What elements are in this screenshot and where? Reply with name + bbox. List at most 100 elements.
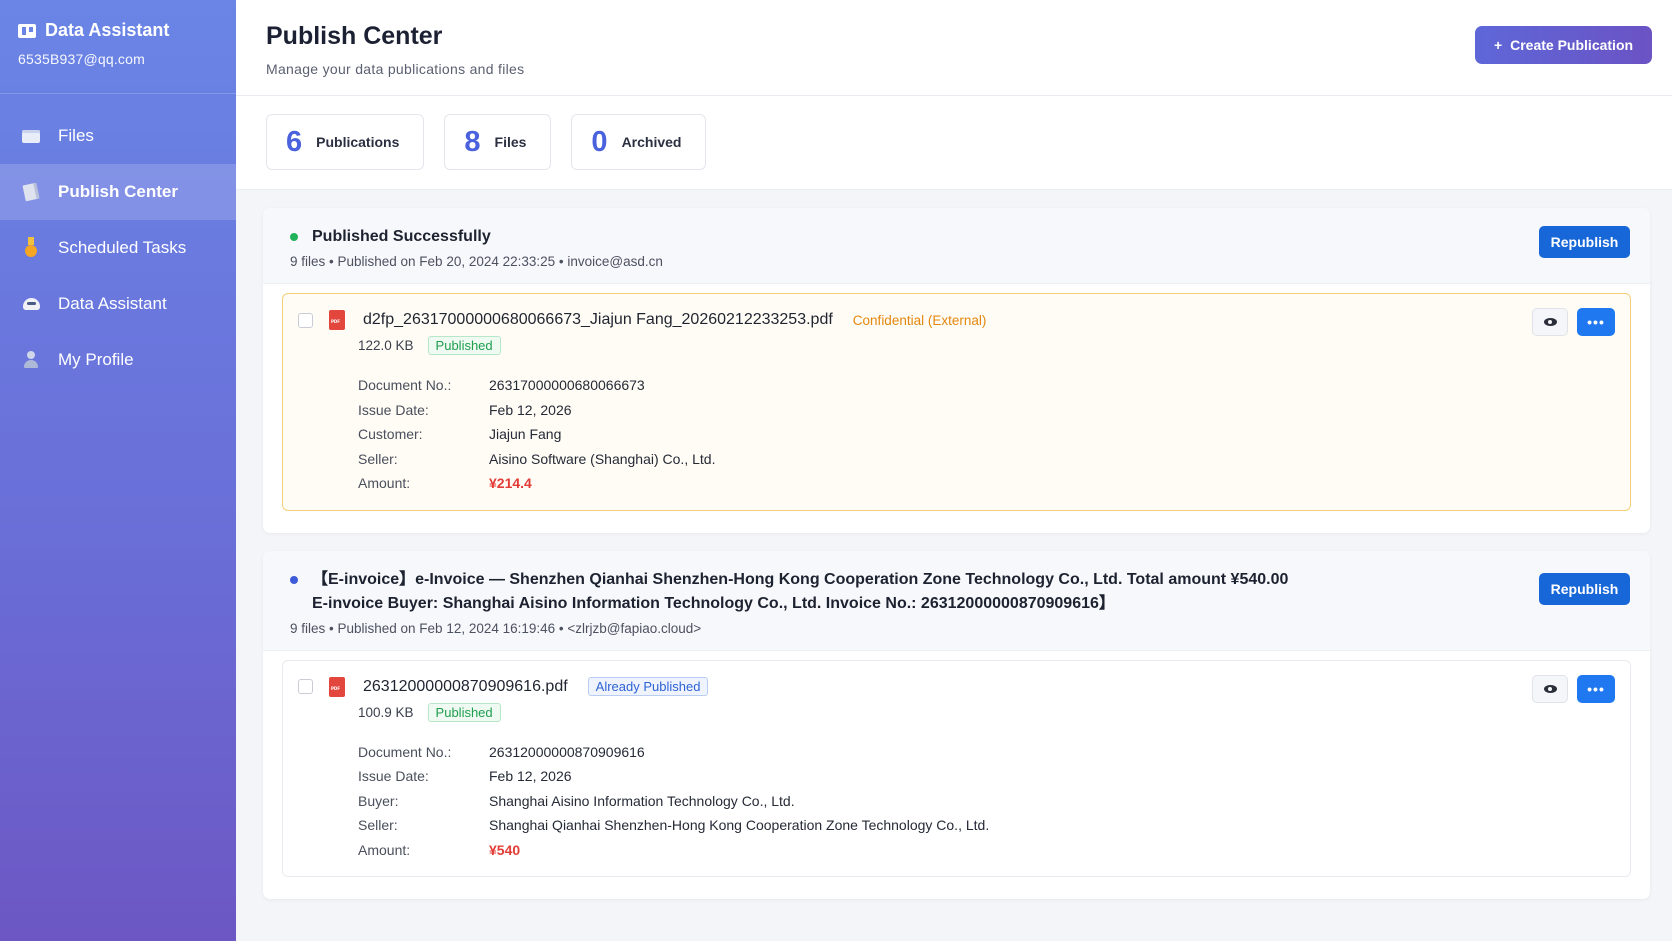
detail-row: Buyer: Shanghai Aisino Information Techno… <box>358 789 1615 814</box>
sidebar-item-publish-center[interactable]: Publish Center <box>0 164 236 220</box>
sidebar-item-label: Data Assistant <box>58 294 167 313</box>
pdf-file-icon <box>329 676 345 697</box>
file-name[interactable]: 26312000000870909616.pdf <box>363 678 568 696</box>
preview-button[interactable] <box>1532 674 1568 703</box>
file-checkbox[interactable] <box>298 312 313 328</box>
create-publication-button[interactable]: + Create Publication <box>1475 26 1652 64</box>
sidebar-item-label: Publish Center <box>58 182 178 201</box>
publication-title: 【E-invoice】e-Invoice — Shenzhen Qianhai … <box>312 570 1289 588</box>
publication-card: 【E-invoice】e-Invoice — Shenzhen Qianhai … <box>263 550 1650 899</box>
eye-icon <box>1543 318 1557 326</box>
sidebar-item-label: Scheduled Tasks <box>58 238 187 257</box>
detail-row: Seller: Aisino Software (Shanghai) Co., L… <box>358 447 1615 472</box>
eye-icon <box>1543 684 1557 693</box>
detail-label: Amount: <box>358 841 411 858</box>
more-actions-button[interactable]: ••• <box>1577 674 1615 703</box>
file-card: d2fp_26317000000680066673_Jiajun Fang_20… <box>282 293 1631 511</box>
detail-row: Customer: Jiajun Fang <box>358 422 1615 447</box>
detail-row: Issue Date: Feb 12, 2026 <box>358 398 1615 423</box>
already-published-tag: Already Published <box>587 677 709 696</box>
sidebar-nav: Files Publish Center Scheduled Tasks Dat… <box>0 108 236 388</box>
detail-row: Amount: ¥540 <box>358 838 1615 863</box>
file-size: 122.0 KB <box>358 338 414 353</box>
sidebar-item-label: My Profile <box>58 350 134 369</box>
user-icon <box>22 351 40 369</box>
create-publication-label: Create Publication <box>1510 37 1634 53</box>
stat-label: Archived <box>621 134 682 150</box>
publication-meta: 9 files • Published on Feb 20, 2024 22:3… <box>290 254 663 269</box>
more-actions-button[interactable]: ••• <box>1577 308 1615 336</box>
sidebar: Data Assistant 6535B937@qq.com Files Pub… <box>0 0 236 941</box>
detail-label: Customer: <box>358 426 423 442</box>
publication-list: Published Successfully 9 files • Publish… <box>236 190 1672 899</box>
stat-publications: 6 Publications <box>266 114 425 170</box>
app-logo-icon <box>18 23 36 38</box>
status-badge: Published <box>427 702 501 722</box>
app-name: Data Assistant <box>45 20 170 40</box>
publication-header: Published Successfully 9 files • Publish… <box>263 208 1650 284</box>
page-header: Publish Center Manage your data publicat… <box>236 0 1672 96</box>
user-email: 6535B937@qq.com <box>18 51 145 67</box>
medal-icon <box>22 237 40 257</box>
plus-icon: + <box>1493 37 1503 53</box>
page-subtitle: Manage your data publications and files <box>266 61 525 77</box>
publication-title-line2: E-invoice Buyer: Shanghai Aisino Informa… <box>312 594 1115 612</box>
confidential-tag: Confidential (External) <box>852 312 987 328</box>
detail-row: Issue Date: Feb 12, 2026 <box>358 764 1615 789</box>
sidebar-item-label: Files <box>58 126 94 145</box>
detail-row: Document No.: 26317000000680066673 <box>358 373 1615 398</box>
publication-card: Published Successfully 9 files • Publish… <box>263 208 1650 533</box>
page-title: Publish Center <box>266 22 443 50</box>
detail-value: Feb 12, 2026 <box>489 768 572 784</box>
detail-label: Document No.: <box>358 377 452 393</box>
republish-button[interactable]: Republish <box>1539 572 1630 605</box>
detail-label: Issue Date: <box>358 401 429 418</box>
stat-label: Publications <box>316 134 400 150</box>
document-icon <box>22 182 40 202</box>
amount-value: ¥540 <box>489 841 521 858</box>
status-badge: Published <box>427 336 501 355</box>
sidebar-item-scheduled-tasks[interactable]: Scheduled Tasks <box>0 220 236 276</box>
pdf-file-icon <box>329 310 345 330</box>
detail-row: Amount: ¥214.4 <box>358 471 1615 496</box>
detail-label: Issue Date: <box>358 768 429 784</box>
stats-bar: 6 Publications 8 Files 0 Archived <box>236 96 1672 190</box>
stat-value: 0 <box>591 125 608 158</box>
more-icon: ••• <box>1587 314 1605 330</box>
main-content: Publish Center Manage your data publicat… <box>236 0 1672 941</box>
file-size: 100.9 KB <box>358 704 414 720</box>
detail-value: 26317000000680066673 <box>489 377 645 393</box>
preview-button[interactable] <box>1532 308 1568 336</box>
stat-label: Files <box>494 134 527 150</box>
file-name[interactable]: d2fp_26317000000680066673_Jiajun Fang_20… <box>363 311 833 329</box>
detail-value: Feb 12, 2026 <box>489 401 572 418</box>
robot-icon <box>22 295 40 313</box>
publication-meta: 9 files • Published on Feb 12, 2024 16:1… <box>290 620 702 636</box>
status-dot-icon <box>290 575 298 584</box>
brand: Data Assistant 6535B937@qq.com <box>0 0 236 94</box>
republish-button[interactable]: Republish <box>1539 226 1630 258</box>
sidebar-item-my-profile[interactable]: My Profile <box>0 332 236 388</box>
file-details: Document No.: 26312000000870909616 Issue … <box>358 740 1615 863</box>
detail-label: Buyer: <box>358 792 399 809</box>
file-details: Document No.: 26317000000680066673 Issue … <box>358 373 1615 496</box>
publication-header: 【E-invoice】e-Invoice — Shenzhen Qianhai … <box>263 550 1650 651</box>
detail-value: Jiajun Fang <box>489 426 562 442</box>
amount-value: ¥214.4 <box>489 475 532 491</box>
file-checkbox[interactable] <box>298 679 313 694</box>
detail-label: Document No.: <box>358 743 452 760</box>
sidebar-item-files[interactable]: Files <box>0 108 236 164</box>
stat-archived: 0 Archived <box>571 114 707 170</box>
status-dot-icon <box>290 233 298 241</box>
detail-label: Seller: <box>358 450 398 467</box>
sidebar-item-data-assistant[interactable]: Data Assistant <box>0 276 236 332</box>
detail-label: Amount: <box>358 475 411 491</box>
detail-value: Aisino Software (Shanghai) Co., Ltd. <box>489 450 716 467</box>
detail-value: 26312000000870909616 <box>489 743 645 760</box>
publication-title: Published Successfully <box>312 228 491 245</box>
more-icon: ••• <box>1587 680 1605 697</box>
stat-value: 8 <box>464 125 481 158</box>
detail-value: Shanghai Aisino Information Technology C… <box>489 792 795 809</box>
stat-files: 8 Files <box>444 114 552 170</box>
file-card: 26312000000870909616.pdf Already Publish… <box>282 659 1631 877</box>
